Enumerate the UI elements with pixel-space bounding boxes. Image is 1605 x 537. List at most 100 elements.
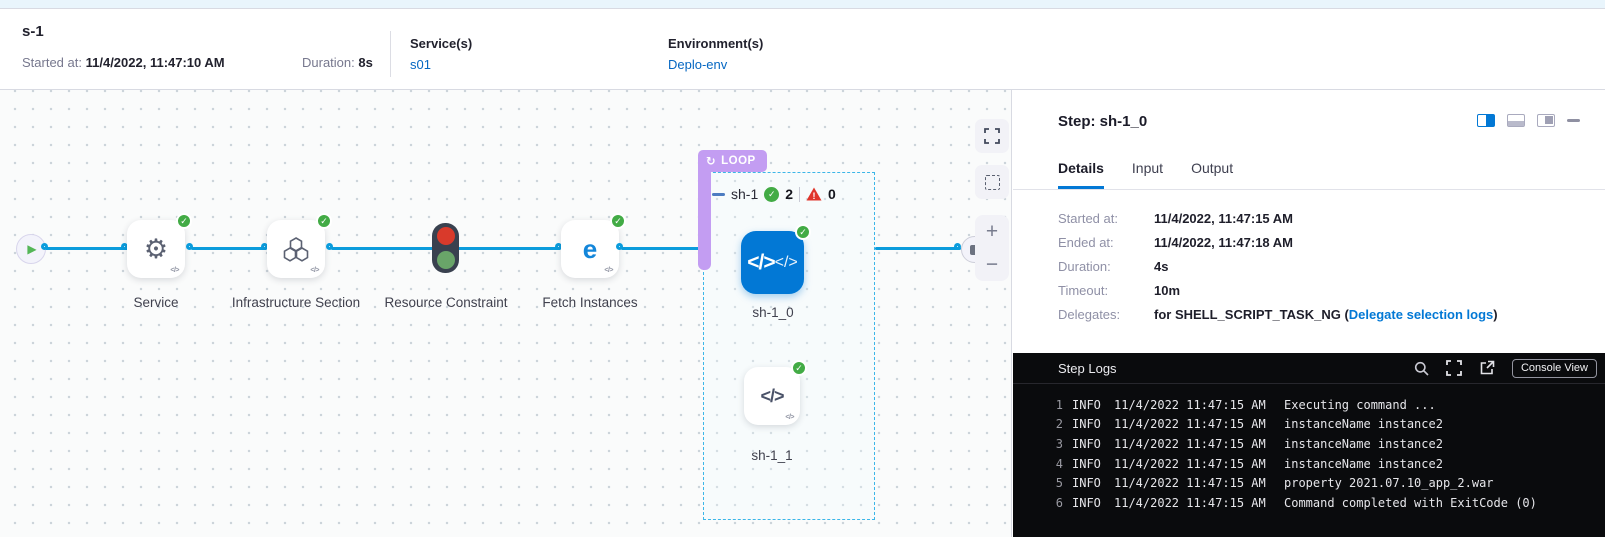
panel-layout-controls [1477, 114, 1580, 127]
node-infrastructure[interactable]: </> ✓ [267, 220, 325, 278]
script-icon: </> [310, 267, 319, 274]
tab-details[interactable]: Details [1058, 160, 1104, 189]
node-label-infrastructure: Infrastructure Section [226, 293, 366, 313]
script-icon: </> [775, 254, 798, 272]
panel-tabs: Details Input Output [1058, 160, 1233, 189]
node-label-fetch-instances: Fetch Instances [520, 293, 660, 313]
environments-label: Environment(s) [668, 36, 763, 51]
fit-to-screen-button[interactable] [975, 119, 1009, 153]
node-label-resource-constraint: Resource Constraint [376, 293, 516, 313]
count-divider [799, 187, 800, 202]
detail-row-duration: Duration: 4s [1058, 259, 1168, 274]
minimize-icon[interactable] [1567, 119, 1580, 122]
play-icon: ▶ [25, 242, 36, 256]
success-badge-icon: ✓ [795, 224, 811, 240]
step-logs-header: Step Logs Console View [1013, 353, 1605, 384]
edge-service-infra [191, 247, 267, 250]
connector-dot [186, 243, 193, 250]
loop-group-header[interactable]: sh-1 ✓ 2 ! 0 [712, 186, 836, 202]
edge-loop-end [875, 247, 961, 250]
log-line: 6 INFO 11/4/2022 11:47:15 AM Command com… [1013, 493, 1605, 513]
connector-dot [41, 243, 48, 250]
shell-script-icon: </> [760, 386, 783, 407]
log-line: 4 INFO 11/4/2022 11:47:15 AM instanceNam… [1013, 454, 1605, 474]
pipeline-title: s-1 [22, 23, 44, 40]
success-count: 2 [785, 186, 793, 202]
svg-text:!: ! [813, 191, 816, 201]
log-output[interactable]: 1 INFO 11/4/2022 11:47:15 AM Executing c… [1013, 384, 1605, 537]
delegate-selection-logs-link[interactable]: Delegate selection logs [1349, 307, 1494, 322]
node-label-sh-1-0: sh-1_0 [703, 303, 843, 323]
success-badge-icon: ✓ [176, 213, 192, 229]
gear-icon: ⚙ [144, 236, 168, 263]
node-resource-constraint[interactable] [432, 223, 459, 273]
node-label-sh-1-1: sh-1_1 [702, 446, 842, 466]
step-logs-title: Step Logs [1058, 361, 1117, 376]
detail-row-timeout: Timeout: 10m [1058, 283, 1180, 298]
failed-count: 0 [828, 186, 836, 202]
red-light-icon [437, 227, 455, 245]
warning-triangle-icon: ! [806, 187, 822, 201]
detail-row-started: Started at: 11/4/2022, 11:47:15 AM [1058, 211, 1293, 226]
loop-group-box[interactable] [703, 172, 875, 520]
tabs-divider [1013, 189, 1605, 190]
top-toolbar-strip [0, 0, 1605, 9]
execution-header: s-1 Started at: 11/4/2022, 11:47:10 AM D… [0, 9, 1605, 90]
script-icon: </> [785, 414, 794, 421]
loop-badge: ↻ LOOP [698, 150, 767, 172]
node-service[interactable]: ⚙ </> ✓ [127, 220, 185, 278]
expand-icon[interactable] [1446, 360, 1462, 376]
search-icon[interactable] [1414, 361, 1429, 376]
duration: Duration: 8s [302, 55, 373, 70]
services-label: Service(s) [410, 36, 472, 51]
harness-delegate-icon: e [583, 236, 597, 262]
node-sh-1-0[interactable]: </> </> ✓ [741, 231, 804, 294]
environment-link[interactable]: Deplo-env [668, 57, 727, 72]
script-icon: </> [604, 267, 613, 274]
script-icon: </> [170, 267, 179, 274]
started-at-value: 11/4/2022, 11:47:10 AM [86, 55, 225, 70]
node-label-service: Service [86, 293, 226, 313]
open-in-new-icon[interactable] [1479, 360, 1495, 376]
pipeline-canvas[interactable]: ▶ ⚙ </> ✓ Service </> ✓ Infrastructure S… [0, 90, 1012, 537]
node-sh-1-1[interactable]: </> </> ✓ [744, 367, 800, 425]
shell-script-icon: </> [747, 251, 774, 275]
step-details-panel: Step: sh-1_0 Details Input Output Starte… [1013, 90, 1605, 537]
bottom-panel-layout-icon[interactable] [1507, 114, 1525, 127]
edge-fetch-loop [621, 247, 705, 250]
tab-input[interactable]: Input [1132, 160, 1163, 189]
step-logs-console: Step Logs Console View 1 INFO 11/4/2022 [1013, 353, 1605, 537]
node-fetch-instances[interactable]: e </> ✓ [561, 220, 619, 278]
zoom-controls[interactable]: + − [975, 215, 1009, 281]
log-line: 3 INFO 11/4/2022 11:47:15 AM instanceNam… [1013, 434, 1605, 454]
zoom-in-button[interactable]: + [986, 221, 998, 242]
service-link[interactable]: s01 [410, 57, 431, 72]
selection-box-icon [985, 175, 1000, 190]
green-light-icon [437, 251, 455, 269]
connector-dot [954, 243, 961, 250]
log-line: 5 INFO 11/4/2022 11:47:15 AM property 20… [1013, 473, 1605, 493]
hexagons-icon [283, 236, 309, 262]
loop-icon: ↻ [706, 154, 716, 168]
right-panel-layout-icon[interactable] [1477, 114, 1495, 127]
step-panel-title: Step: sh-1_0 [1058, 113, 1147, 130]
connector-dot [616, 243, 623, 250]
edge-start-service [44, 247, 129, 250]
detail-row-delegates: Delegates: for SHELL_SCRIPT_TASK_NG (Del… [1058, 307, 1498, 322]
log-line: 1 INFO 11/4/2022 11:47:15 AM Executing c… [1013, 395, 1605, 415]
collapse-dash-icon[interactable] [712, 193, 725, 196]
minimized-panel-layout-icon[interactable] [1537, 114, 1555, 127]
tab-output[interactable]: Output [1191, 160, 1233, 189]
started-at: Started at: 11/4/2022, 11:47:10 AM [22, 55, 225, 70]
loop-ribbon [698, 168, 711, 270]
zoom-out-button[interactable]: − [986, 254, 998, 275]
connector-dot [326, 243, 333, 250]
success-badge-icon: ✓ [316, 213, 332, 229]
header-divider [390, 31, 391, 77]
group-name: sh-1 [731, 186, 758, 202]
marquee-select-button[interactable] [975, 165, 1009, 199]
log-line: 2 INFO 11/4/2022 11:47:15 AM instanceNam… [1013, 415, 1605, 435]
console-view-button[interactable]: Console View [1512, 359, 1597, 378]
duration-value: 8s [358, 55, 372, 70]
success-badge-icon: ✓ [791, 360, 807, 376]
